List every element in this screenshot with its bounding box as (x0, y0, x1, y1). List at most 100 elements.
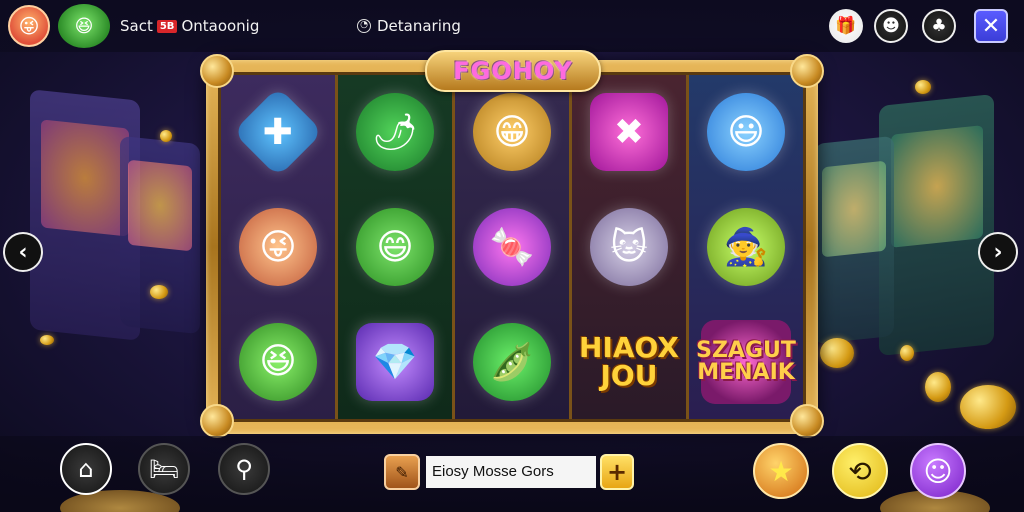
reel-cell: 😃 (689, 75, 803, 190)
coin-decor (820, 338, 854, 368)
reel-cell: ✚ (221, 75, 335, 190)
home-icon: ⌂ (78, 455, 94, 483)
reels: ✚ 😜 😆 🌶 😄 💎 😁 🍬 🫛 ✖ 🐱 HIAOX JOU 😃 🧙 SZAGUT MENAIK (221, 75, 803, 419)
reel-cell: 🌶 (338, 75, 452, 190)
frame-ornament (790, 404, 824, 438)
word-hiaox-jou-icon: HIAOX JOU (579, 330, 679, 392)
symbol-glyph: 😁 (493, 111, 531, 153)
symbol-glyph: 😃 (727, 111, 765, 153)
symbol-glyph: 🧙 (723, 227, 769, 268)
symbol-word-line: MENAIK (697, 359, 795, 385)
frame-ornament (200, 404, 234, 438)
chevron-right-icon[interactable]: › (978, 232, 1018, 272)
bed-icon: 🛏 (148, 455, 180, 483)
home-button[interactable]: ⌂ (60, 443, 112, 495)
green-bean-icon: 🫛 (473, 322, 551, 401)
chat-icon[interactable]: ☻ (874, 9, 908, 43)
symbol-glyph: 🐱 (610, 226, 648, 268)
reel-5: 😃 🧙 SZAGUT MENAIK (689, 75, 803, 419)
symbol-glyph: 😜 (259, 226, 297, 268)
arcade-machine-left-back (120, 135, 200, 335)
symbol-glyph: 💎 (372, 341, 418, 383)
candy-orb-icon: 🍬 (473, 208, 551, 286)
search-button[interactable]: ⚲ (218, 443, 270, 495)
coin-decor (40, 335, 54, 345)
reel-cell: 😜 (221, 190, 335, 305)
gift-icon[interactable]: 🎁 (829, 9, 863, 43)
status-text: Detanaring (377, 17, 461, 35)
wizard-icon: 🧙 (707, 208, 785, 286)
frame-ornament (200, 54, 234, 88)
coin-decor (900, 345, 914, 361)
blue-cross-gem-icon: ✚ (232, 87, 324, 178)
reel-cell: 🫛 (455, 304, 569, 419)
profile-button[interactable]: ☺ (910, 443, 966, 499)
search-icon: ⚲ (235, 455, 253, 483)
chili-pepper-icon: 🌶 (356, 93, 434, 172)
smile-icon: ☺ (923, 454, 953, 488)
status: ◔ Detanaring (357, 17, 461, 35)
title-badge: 5B (156, 19, 178, 33)
symbol-word-line: SZAGUT (696, 337, 796, 363)
arcade-machine-right (879, 93, 994, 357)
symbol-glyph: ✚ (262, 111, 294, 153)
camera-button[interactable]: ⟲ (832, 443, 888, 499)
reel-cell: SZAGUT MENAIK (689, 304, 803, 419)
reel-cell: 😄 (338, 190, 452, 305)
favorites-button[interactable]: ★ (753, 443, 809, 499)
elf-creature-icon: 😜 (239, 208, 317, 286)
grey-cat-icon: 🐱 (590, 208, 668, 286)
reel-cell: 🍬 (455, 190, 569, 305)
lobby-button[interactable]: 🛏 (138, 443, 190, 495)
pink-x-gem-icon: ✖ (590, 93, 668, 172)
symbol-word-line: HIAOX (579, 330, 679, 364)
add-button[interactable]: + (600, 454, 634, 490)
game-title-plaque: FGOHOY (425, 50, 601, 92)
coin-decor (160, 130, 172, 142)
golden-goblin-icon: 😁 (473, 93, 551, 172)
reel-3: 😁 🍬 🫛 (455, 75, 572, 419)
reel-cell: 🐱 (572, 190, 686, 305)
friends-icon[interactable]: ♣ (922, 9, 956, 43)
frame-ornament (790, 54, 824, 88)
reel-cell: 🧙 (689, 190, 803, 305)
reel-cell: 😆 (221, 304, 335, 419)
symbol-glyph: 🫛 (489, 341, 535, 383)
reel-4: ✖ 🐱 HIAOX JOU (572, 75, 689, 419)
reel-cell: HIAOX JOU (572, 304, 686, 419)
message-text[interactable]: Eiosy Mosse Gors (426, 456, 596, 488)
symbol-glyph: 🍬 (489, 227, 535, 268)
top-title-label: Sact (120, 17, 153, 35)
reel-cell: 💎 (338, 304, 452, 419)
game-title: FGOHOY (453, 57, 573, 85)
symbol-glyph: 😆 (259, 341, 297, 383)
coin-decor (915, 80, 931, 94)
reel-1: ✚ 😜 😆 (221, 75, 338, 419)
chevron-left-icon[interactable]: ‹ (3, 232, 43, 272)
message-bar: ✎ Eiosy Mosse Gors + (384, 454, 646, 490)
camera-icon: ⟲ (848, 454, 872, 488)
slot-frame: ✚ 😜 😆 🌶 😄 💎 😁 🍬 🫛 ✖ 🐱 HIAOX JOU 😃 🧙 SZAGUT MENAIK (206, 60, 818, 434)
mascot-icon: 😆 (58, 4, 110, 48)
star-icon: ★ (768, 454, 794, 488)
blue-blob-icon: 😃 (707, 93, 785, 172)
reel-2: 🌶 😄 💎 (338, 75, 455, 419)
close-button[interactable]: ✕ (974, 9, 1008, 43)
symbol-word-line: JOU (600, 358, 658, 392)
symbol-glyph: ✖ (613, 111, 645, 153)
pencil-icon[interactable]: ✎ (384, 454, 420, 490)
reel-cell: ✖ (572, 75, 686, 190)
arcade-machine-right-back (814, 135, 894, 345)
reel-cell: 😁 (455, 75, 569, 190)
reel-area: ✚ 😜 😆 🌶 😄 💎 😁 🍬 🫛 ✖ 🐱 HIAOX JOU 😃 🧙 SZAGUT MENAIK (218, 72, 806, 422)
green-blob-icon: 😄 (356, 208, 434, 286)
green-frog-icon: 😆 (239, 322, 317, 401)
top-subtitle: Ontaoonig (181, 17, 260, 35)
coin-decor (960, 385, 1016, 429)
coin-decor (150, 285, 168, 299)
status-icon: ◔ (357, 19, 371, 33)
player-avatar[interactable]: 😜 (8, 5, 50, 47)
coin-decor (925, 372, 951, 402)
symbol-glyph: 🌶 (372, 112, 418, 154)
symbol-glyph: 😄 (376, 226, 414, 268)
